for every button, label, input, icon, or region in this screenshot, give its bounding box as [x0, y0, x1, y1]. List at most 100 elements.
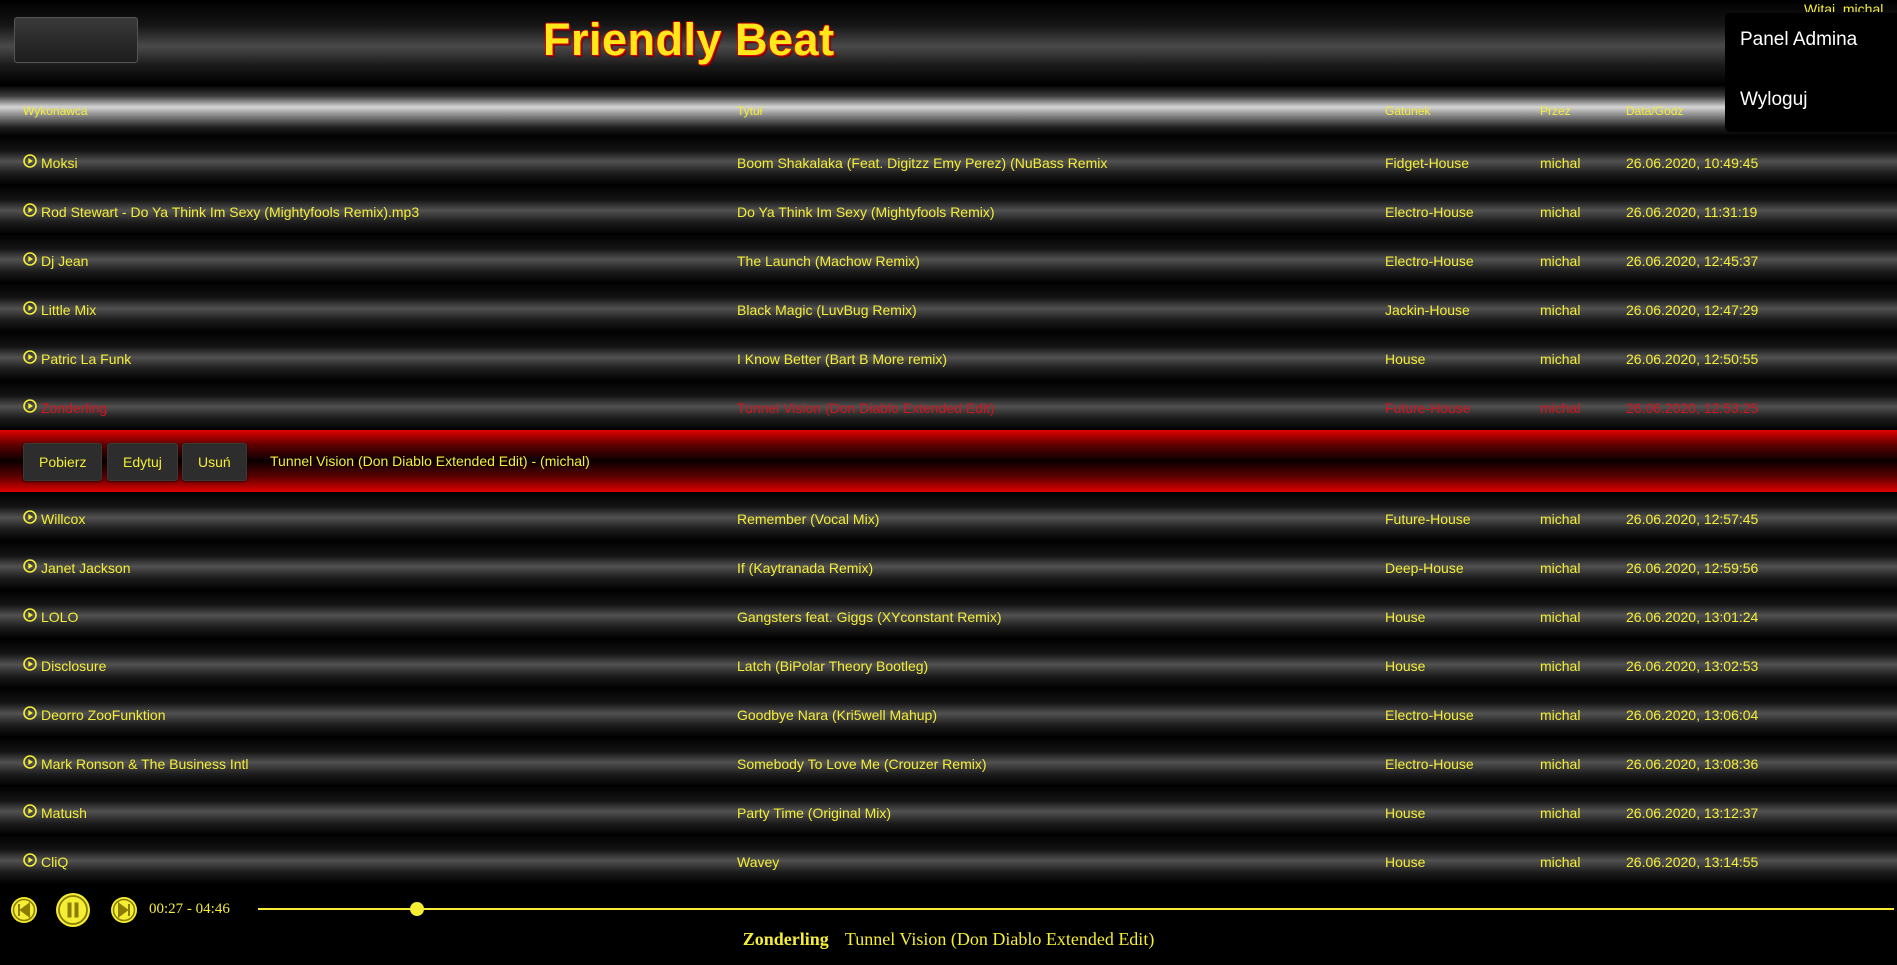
column-header-artist[interactable]: Wykonawca	[23, 104, 88, 118]
play-icon[interactable]	[23, 804, 37, 818]
download-button[interactable]: Pobierz	[23, 443, 103, 481]
track-artist: Matush	[41, 805, 87, 821]
track-artist: Janet Jackson	[41, 560, 131, 576]
header-bar: Friendly Beat Witaj, michal	[0, 0, 1897, 84]
track-artist: Disclosure	[41, 658, 107, 674]
app-title: Friendly Beat	[543, 14, 835, 65]
track-uploader: michal	[1540, 609, 1581, 625]
track-genre: House	[1385, 854, 1426, 870]
track-uploader: michal	[1540, 204, 1581, 220]
play-icon[interactable]	[23, 203, 37, 217]
track-title: Latch (BiPolar Theory Bootleg)	[737, 658, 929, 674]
delete-button[interactable]: Usuń	[182, 443, 247, 481]
track-date: 26.06.2020, 12:53:25	[1626, 400, 1759, 416]
track-date: 26.06.2020, 12:57:45	[1626, 511, 1759, 527]
track-uploader: michal	[1540, 756, 1581, 772]
welcome-text: Witaj, michal	[1804, 3, 1884, 12]
seek-handle[interactable]	[410, 902, 425, 916]
column-header-genre[interactable]: Gatunek	[1385, 104, 1430, 118]
track-date: 26.06.2020, 11:31:19	[1626, 204, 1758, 220]
track-title: If (Kaytranada Remix)	[737, 560, 874, 576]
track-uploader: michal	[1540, 351, 1581, 367]
track-genre: Electro-House	[1385, 253, 1474, 269]
track-date: 26.06.2020, 13:14:55	[1626, 854, 1759, 870]
play-icon[interactable]	[23, 399, 37, 413]
track-title: Party Time (Original Mix)	[737, 805, 892, 821]
track-date: 26.06.2020, 13:12:37	[1626, 805, 1759, 821]
track-uploader: michal	[1540, 511, 1581, 527]
track-date: 26.06.2020, 12:50:55	[1626, 351, 1759, 367]
track-row[interactable]: Little Mix Black Magic (LuvBug Remix) Ja…	[0, 283, 1897, 332]
menu-button[interactable]	[14, 17, 138, 63]
track-artist: CliQ	[41, 854, 69, 870]
play-icon[interactable]	[23, 252, 37, 266]
track-row[interactable]: CliQ Wavey House michal 26.06.2020, 13:1…	[0, 835, 1897, 884]
track-genre: House	[1385, 805, 1426, 821]
track-genre: House	[1385, 609, 1426, 625]
track-row[interactable]: Moksi Boom Shakalaka (Feat. Digitzz Emy …	[0, 136, 1897, 185]
seek-bar[interactable]	[258, 908, 1894, 910]
play-icon[interactable]	[23, 350, 37, 364]
play-icon[interactable]	[23, 301, 37, 315]
track-artist: Moksi	[41, 155, 78, 171]
track-date: 26.06.2020, 12:45:37	[1626, 253, 1759, 269]
track-row[interactable]: Matush Party Time (Original Mix) House m…	[0, 786, 1897, 835]
track-genre: Electro-House	[1385, 707, 1474, 723]
audio-player: 00:27 - 04:46 Zonderling Tunnel Vision (…	[0, 886, 1897, 965]
track-title: Tunnel Vision (Don Diablo Extended Edit)	[737, 400, 995, 416]
track-genre: Deep-House	[1385, 560, 1464, 576]
track-row[interactable]: Disclosure Latch (BiPolar Theory Bootleg…	[0, 639, 1897, 688]
track-artist: Rod Stewart - Do Ya Think Im Sexy (Might…	[41, 204, 420, 220]
track-row[interactable]: Willcox Remember (Vocal Mix) Future-Hous…	[0, 492, 1897, 541]
track-row[interactable]: Dj Jean The Launch (Machow Remix) Electr…	[0, 234, 1897, 283]
track-artist: Zonderling	[41, 400, 108, 416]
track-uploader: michal	[1540, 400, 1581, 416]
play-icon[interactable]	[23, 510, 37, 524]
track-artist: Little Mix	[41, 302, 97, 318]
next-icon[interactable]	[110, 896, 138, 924]
track-artist: Mark Ronson & The Business Intl	[41, 756, 249, 772]
track-artist: Willcox	[41, 511, 86, 527]
previous-icon[interactable]	[10, 896, 38, 924]
play-icon[interactable]	[23, 755, 37, 769]
track-uploader: michal	[1540, 560, 1581, 576]
play-icon[interactable]	[23, 608, 37, 622]
play-icon[interactable]	[23, 154, 37, 168]
play-icon[interactable]	[23, 657, 37, 671]
play-icon[interactable]	[23, 853, 37, 867]
edit-button[interactable]: Edytuj	[107, 443, 178, 481]
logout-link[interactable]: Wyloguj	[1740, 89, 1807, 111]
track-row[interactable]: Mark Ronson & The Business Intl Somebody…	[0, 737, 1897, 786]
track-row[interactable]: Janet Jackson If (Kaytranada Remix) Deep…	[0, 541, 1897, 590]
track-title: Black Magic (LuvBug Remix)	[737, 302, 917, 318]
admin-panel-link[interactable]: Panel Admina	[1740, 29, 1857, 51]
track-row[interactable]: Patric La Funk I Know Better (Bart B Mor…	[0, 332, 1897, 381]
column-header-title[interactable]: Tytuł	[737, 104, 762, 118]
column-header-date[interactable]: Data/Godz	[1626, 104, 1683, 118]
track-genre: Future-House	[1385, 400, 1471, 416]
track-row[interactable]: Deorro ZooFunktion Goodbye Nara (Kri5wel…	[0, 688, 1897, 737]
track-date: 26.06.2020, 12:47:29	[1626, 302, 1759, 318]
track-title: Goodbye Nara (Kri5well Mahup)	[737, 707, 937, 723]
table-header: Wykonawca Tytuł Gatunek Przez Data/Godz	[0, 86, 1897, 136]
track-genre: House	[1385, 658, 1426, 674]
track-artist: LOLO	[41, 609, 79, 625]
track-row[interactable]: Zonderling Tunnel Vision (Don Diablo Ext…	[0, 381, 1897, 430]
track-row[interactable]: Rod Stewart - Do Ya Think Im Sexy (Might…	[0, 185, 1897, 234]
track-title: Gangsters feat. Giggs (XYconstant Remix)	[737, 609, 1002, 625]
track-genre: Jackin-House	[1385, 302, 1470, 318]
pause-icon[interactable]	[55, 892, 91, 928]
track-date: 26.06.2020, 13:08:36	[1626, 756, 1759, 772]
track-genre: Electro-House	[1385, 204, 1474, 220]
play-icon[interactable]	[23, 706, 37, 720]
user-dropdown-menu: Panel Admina Wyloguj	[1725, 13, 1897, 132]
play-icon[interactable]	[23, 559, 37, 573]
track-title: Do Ya Think Im Sexy (Mightyfools Remix)	[737, 204, 995, 220]
track-title: Somebody To Love Me (Crouzer Remix)	[737, 756, 987, 772]
column-header-by[interactable]: Przez	[1540, 104, 1571, 118]
track-row[interactable]: LOLO Gangsters feat. Giggs (XYconstant R…	[0, 590, 1897, 639]
track-title: Remember (Vocal Mix)	[737, 511, 880, 527]
track-genre: Electro-House	[1385, 756, 1474, 772]
track-date: 26.06.2020, 13:01:24	[1626, 609, 1759, 625]
track-title: The Launch (Machow Remix)	[737, 253, 920, 269]
